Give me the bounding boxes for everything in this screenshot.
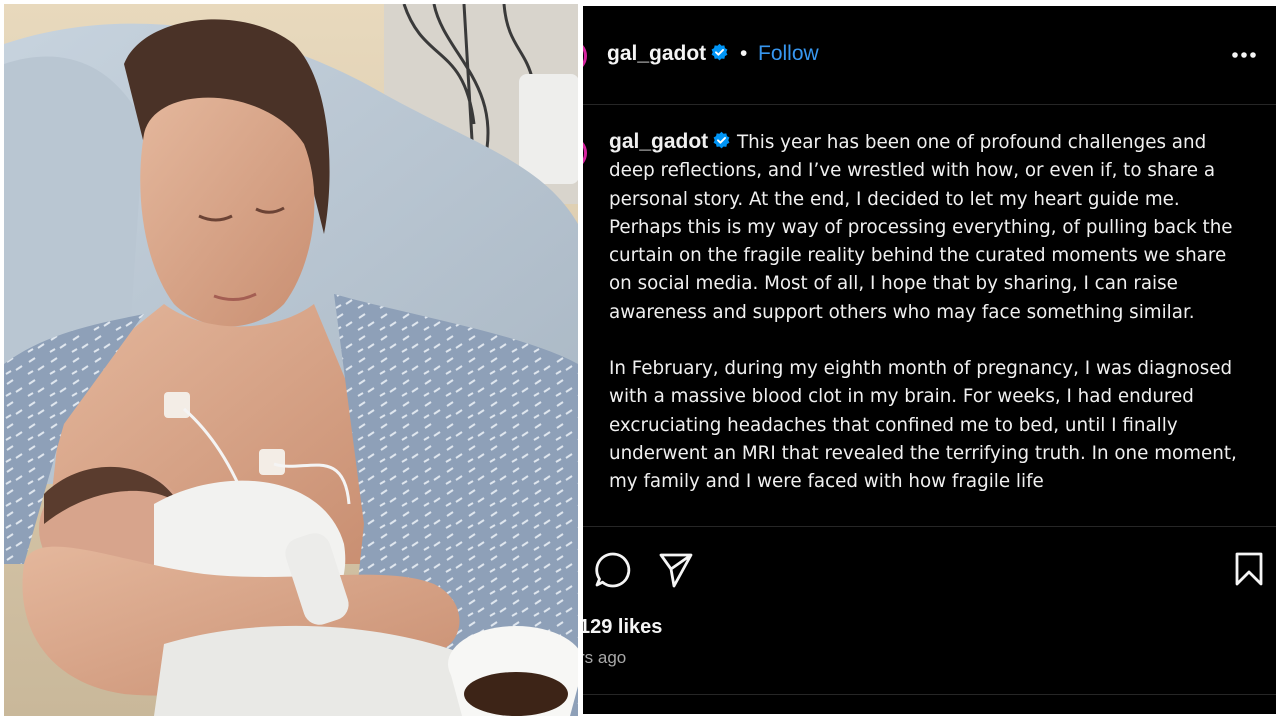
more-options-icon[interactable]: [1231, 51, 1257, 59]
caption-paragraph-2: In February, during my eighth month of p…: [609, 358, 1237, 493]
header-username-text[interactable]: gal_gadot: [607, 42, 706, 65]
post-header: gal_gadot • Follow: [583, 6, 1276, 105]
caption-username[interactable]: gal_gadot: [609, 130, 731, 153]
likes-count[interactable]: 129 likes: [583, 616, 662, 639]
separator-dot: •: [740, 42, 748, 65]
share-icon[interactable]: [658, 551, 694, 589]
bookmark-icon[interactable]: [1234, 551, 1264, 587]
caption-avatar[interactable]: [583, 136, 587, 170]
comment-icon[interactable]: [594, 551, 632, 589]
verified-badge-icon: [711, 43, 728, 61]
caption-area: gal_gadot This year has been one of prof…: [609, 128, 1249, 526]
caption-username-text[interactable]: gal_gadot: [609, 130, 708, 153]
instagram-post-panel: gal_gadot • Follow gal_gadot This year h…: [583, 6, 1276, 714]
caption-paragraph: gal_gadot This year has been one of prof…: [609, 128, 1249, 327]
post-timestamp: rs ago: [583, 648, 627, 667]
divider: [583, 526, 1276, 527]
header-username[interactable]: gal_gadot: [607, 42, 729, 66]
caption-paragraph-1: This year has been one of profound chall…: [609, 132, 1233, 323]
divider: [583, 694, 1276, 695]
post-photo: [4, 4, 578, 716]
verified-badge-icon: [713, 131, 730, 149]
avatar[interactable]: [583, 39, 587, 73]
caption-text: gal_gadot This year has been one of prof…: [609, 128, 1249, 497]
follow-button[interactable]: Follow: [758, 42, 819, 66]
